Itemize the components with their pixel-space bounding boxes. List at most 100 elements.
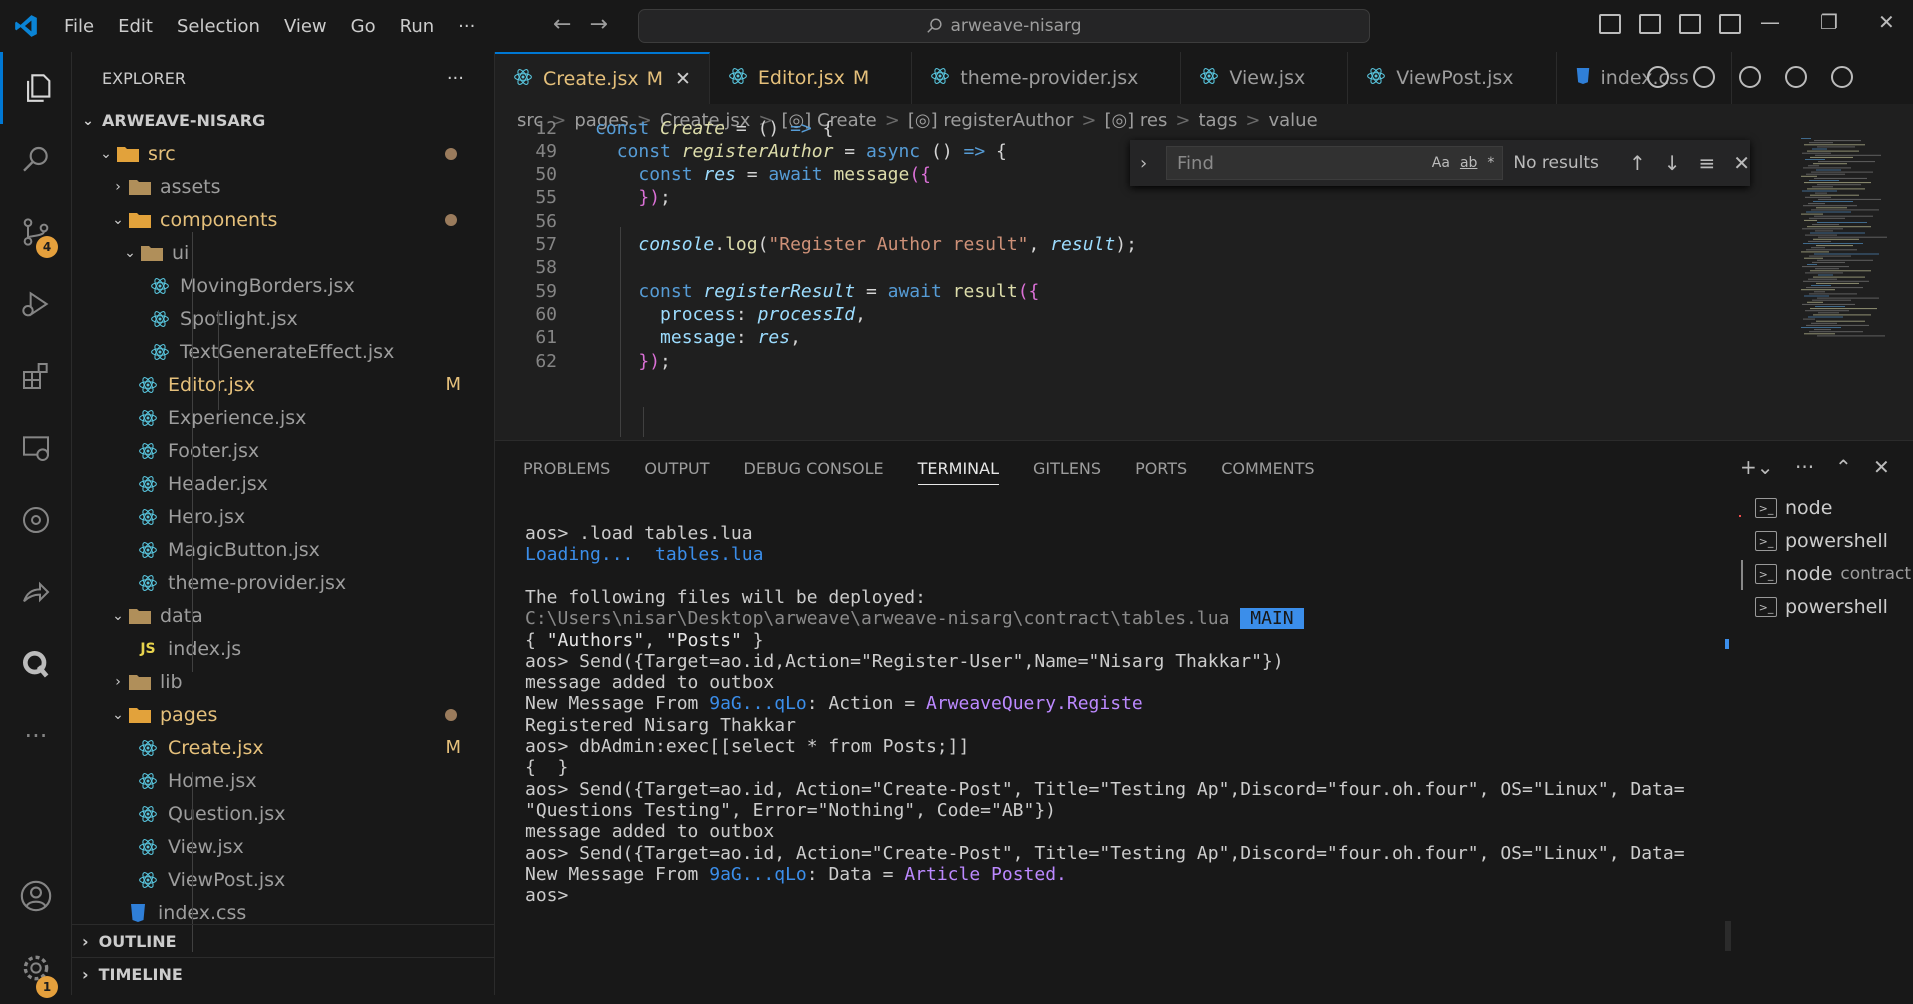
- tree-item-label: components: [160, 208, 278, 231]
- tree-file[interactable]: theme-provider.jsx: [72, 566, 495, 599]
- command-center-search[interactable]: arweave-nisarg: [638, 9, 1370, 43]
- terminal-instance[interactable]: >_ powershell: [1755, 530, 1888, 552]
- match-case-icon[interactable]: Aa: [1432, 155, 1450, 171]
- chevron-right-icon[interactable]: ›: [1140, 153, 1147, 174]
- tree-folder[interactable]: ⌄ ui: [72, 236, 495, 269]
- previous-match-icon[interactable]: ↑: [1629, 151, 1646, 175]
- tree-file[interactable]: Create.jsx M: [72, 731, 495, 764]
- close-window-icon[interactable]: ✕: [1878, 10, 1895, 34]
- outline-section[interactable]: › OUTLINE: [72, 924, 495, 957]
- toggle-secondary-sidebar-icon[interactable]: [1679, 14, 1701, 34]
- tree-file[interactable]: JS index.js: [72, 632, 495, 665]
- panel-tab-ports[interactable]: PORTS: [1135, 459, 1187, 485]
- account-icon[interactable]: [0, 860, 72, 932]
- tab-theme-provider-jsx[interactable]: theme-provider.jsx: [912, 52, 1182, 104]
- remote-explorer-icon[interactable]: [0, 412, 72, 484]
- tree-folder[interactable]: › lib: [72, 665, 495, 698]
- tree-file[interactable]: Question.jsx: [72, 797, 495, 830]
- menu-item[interactable]: File: [52, 16, 106, 37]
- git-history-icon[interactable]: [1693, 66, 1715, 88]
- panel-tab-gitlens[interactable]: GITLENS: [1033, 459, 1101, 485]
- react-icon: [136, 737, 160, 759]
- panel-more-icon[interactable]: ···: [1795, 455, 1814, 479]
- menu-item[interactable]: Edit: [106, 16, 165, 37]
- source-control-icon[interactable]: 4: [0, 196, 72, 268]
- regex-icon[interactable]: *: [1487, 155, 1494, 171]
- restore-icon[interactable]: ❐: [1820, 10, 1838, 34]
- tree-file[interactable]: Header.jsx: [72, 467, 495, 500]
- timeline-section[interactable]: › TIMELINE: [72, 957, 495, 990]
- tree-folder[interactable]: ⌄ components: [72, 203, 495, 236]
- panel-tab-problems[interactable]: PROBLEMS: [523, 459, 610, 485]
- tree-file[interactable]: MagicButton.jsx: [72, 533, 495, 566]
- explorer-more-icon[interactable]: ···: [447, 68, 464, 89]
- panel-tab-debug-console[interactable]: DEBUG CONSOLE: [744, 459, 884, 485]
- terminal-instance[interactable]: >_ node: [1755, 497, 1832, 519]
- tree-file[interactable]: Hero.jsx: [72, 500, 495, 533]
- tree-file[interactable]: TextGenerateEffect.jsx: [72, 335, 495, 368]
- panel-tab-output[interactable]: OUTPUT: [644, 459, 709, 485]
- menu-item[interactable]: View: [272, 16, 339, 37]
- gitlens-icon[interactable]: [0, 484, 72, 556]
- back-arrow-icon[interactable]: ←: [553, 12, 571, 37]
- toggle-primary-sidebar-icon[interactable]: [1599, 14, 1621, 34]
- terminal-instance[interactable]: >_ powershell: [1755, 596, 1888, 618]
- tree-folder[interactable]: ⌄ data: [72, 599, 495, 632]
- next-match-icon[interactable]: ↓: [1664, 151, 1681, 175]
- tree-folder[interactable]: › assets: [72, 170, 495, 203]
- run-debug-icon[interactable]: [0, 268, 72, 340]
- tree-file[interactable]: Experience.jsx: [72, 401, 495, 434]
- match-whole-word-icon[interactable]: ab: [1460, 155, 1477, 171]
- tree-file[interactable]: View.jsx: [72, 830, 495, 863]
- tree-folder[interactable]: ⌄ pages: [72, 698, 495, 731]
- live-share-icon[interactable]: [0, 556, 72, 628]
- git-commit-icon[interactable]: [1739, 66, 1761, 88]
- toggle-panel-icon[interactable]: [1639, 14, 1661, 34]
- menu-item[interactable]: Run: [388, 16, 447, 37]
- javascript-icon: JS: [140, 640, 156, 657]
- tree-file[interactable]: Home.jsx: [72, 764, 495, 797]
- tab-create-jsx[interactable]: Create.jsx M ✕: [495, 52, 710, 104]
- tab-viewpost-jsx[interactable]: ViewPost.jsx: [1348, 52, 1557, 104]
- terminal-instance[interactable]: >_ node contract: [1755, 563, 1911, 585]
- close-panel-icon[interactable]: ✕: [1873, 455, 1890, 479]
- tab-editor-jsx[interactable]: Editor.jsx M: [710, 52, 913, 104]
- tree-file[interactable]: ViewPost.jsx: [72, 863, 495, 896]
- new-terminal-icon[interactable]: +⌄: [1740, 455, 1774, 479]
- close-tab-icon[interactable]: ✕: [675, 68, 691, 90]
- find-in-selection-icon[interactable]: ≡: [1698, 151, 1715, 175]
- panel-tab-comments[interactable]: COMMENTS: [1221, 459, 1314, 485]
- compare-icon[interactable]: [1647, 66, 1669, 88]
- customize-layout-icon[interactable]: [1719, 14, 1741, 34]
- tree-file[interactable]: MovingBorders.jsx: [72, 269, 495, 302]
- folder-icon: [116, 143, 140, 165]
- panel-tab-terminal[interactable]: TERMINAL: [917, 459, 1000, 485]
- settings-gear-icon[interactable]: 1: [0, 932, 72, 1004]
- extensions-icon[interactable]: [0, 340, 72, 412]
- menu-item[interactable]: ···: [446, 16, 487, 37]
- gitlens-inspect-icon[interactable]: [1831, 66, 1853, 88]
- close-find-icon[interactable]: ✕: [1733, 151, 1750, 175]
- minimize-icon[interactable]: —: [1760, 10, 1780, 34]
- menu-bar: File Edit Selection View Go Run ···: [52, 0, 487, 52]
- tree-file[interactable]: Spotlight.jsx: [72, 302, 495, 335]
- menu-item[interactable]: Go: [339, 16, 388, 37]
- code-line: 62 });: [495, 347, 1695, 375]
- minimap[interactable]: [1793, 136, 1913, 440]
- tree-folder[interactable]: ⌄ src: [72, 137, 495, 170]
- tab-view-jsx[interactable]: View.jsx: [1181, 52, 1349, 104]
- explorer-icon[interactable]: [0, 52, 72, 124]
- menu-item[interactable]: Selection: [165, 16, 272, 37]
- maximize-panel-icon[interactable]: ⌃: [1835, 455, 1852, 479]
- find-input[interactable]: Find Aa ab *: [1166, 146, 1504, 180]
- tree-file[interactable]: Editor.jsx M: [72, 368, 495, 401]
- workspace-root[interactable]: ⌄ ARWEAVE-NISARG: [72, 104, 495, 137]
- open-changes-icon[interactable]: [1785, 66, 1807, 88]
- tree-file[interactable]: Footer.jsx: [72, 434, 495, 467]
- more-views-icon[interactable]: ···: [0, 700, 72, 772]
- search-icon[interactable]: [0, 124, 72, 196]
- tree-item-label: Hero.jsx: [168, 505, 246, 528]
- q-extension-icon[interactable]: [0, 628, 72, 700]
- forward-arrow-icon[interactable]: →: [589, 12, 607, 37]
- terminal-icon: >_: [1755, 531, 1777, 551]
